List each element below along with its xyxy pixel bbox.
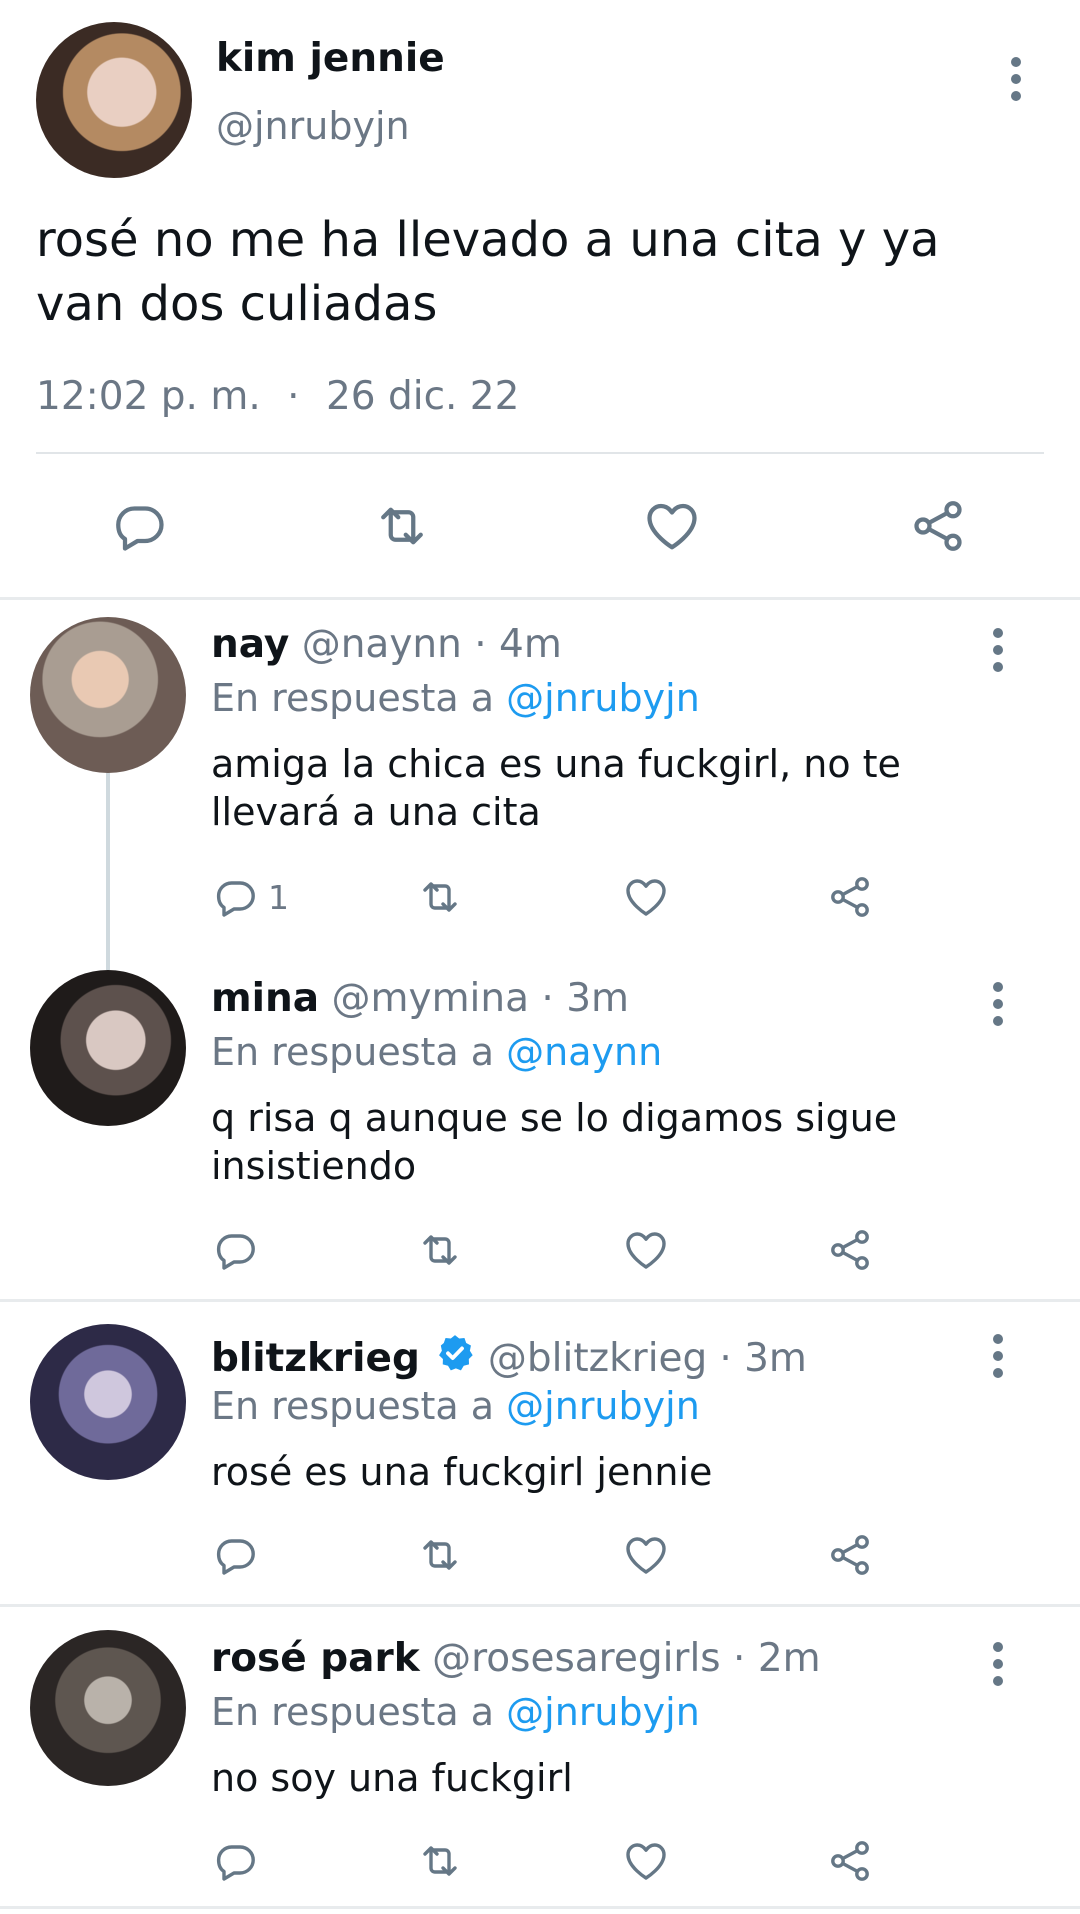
reply-icon[interactable] (212, 1837, 260, 1885)
retweet-icon[interactable] (372, 496, 432, 556)
more-options-icon[interactable] (992, 628, 1004, 679)
separator-dot: · (287, 374, 300, 419)
reply-header: rosé park @rosesaregirls · 2m (211, 1636, 821, 1681)
reply-handle[interactable]: @rosesaregirls (432, 1636, 721, 1681)
thread-line (106, 772, 110, 970)
reply-icon[interactable] (212, 1226, 260, 1274)
timestamp-divider (36, 452, 1044, 454)
replying-to-link[interactable]: @jnrubyjn (506, 676, 700, 720)
reply-handle[interactable]: @blitzkrieg (488, 1336, 707, 1381)
like-icon[interactable] (622, 873, 670, 921)
reply-text: q risa q aunque se lo digamos sigue insi… (211, 1094, 897, 1190)
reply-text: rosé es una fuckgirl jennie (211, 1448, 712, 1496)
replying-to: En respuesta a @jnrubyjn (211, 676, 700, 720)
more-options-icon[interactable] (992, 1642, 1004, 1693)
replying-to-link[interactable]: @jnrubyjn (506, 1690, 700, 1734)
main-display-name[interactable]: kim jennie (216, 36, 445, 81)
reply-handle[interactable]: @mymina (332, 976, 530, 1021)
main-tweet-timestamp: 12:02 p. m. · 26 dic. 22 (36, 374, 519, 419)
retweet-icon[interactable] (416, 1837, 464, 1885)
reply-header: nay @naynn · 4m (211, 622, 562, 667)
retweet-icon[interactable] (416, 873, 464, 921)
reply-text-line: rosé es una fuckgirl jennie (211, 1450, 713, 1494)
replying-to: En respuesta a @jnrubyjn (211, 1690, 700, 1734)
tweet-time: 12:02 p. m. (36, 374, 261, 419)
reply-avatar[interactable] (30, 1630, 186, 1786)
replying-to-link[interactable]: @naynn (506, 1030, 662, 1074)
share-icon[interactable] (826, 1837, 874, 1885)
reply-text-line: q risa q aunque se lo digamos sigue (211, 1096, 898, 1140)
reply-icon[interactable] (110, 496, 170, 556)
section-divider (0, 1604, 1080, 1607)
more-options-icon[interactable] (992, 982, 1004, 1033)
like-icon[interactable] (622, 1837, 670, 1885)
reply-avatar[interactable] (30, 970, 186, 1126)
reply-header: mina @mymina · 3m (211, 976, 629, 1021)
main-handle[interactable]: @jnrubyjn (216, 104, 410, 148)
reply-text-line: no soy una fuckgirl (211, 1756, 573, 1800)
section-divider (0, 597, 1080, 600)
reply-text: no soy una fuckgirl (211, 1754, 573, 1802)
reply-avatar[interactable] (30, 617, 186, 773)
main-tweet-text: rosé no me ha llevado a una cita y ya va… (36, 212, 940, 332)
reply-icon[interactable] (212, 1531, 260, 1579)
reply-time: · 2m (733, 1636, 821, 1681)
reply-time: · 3m (719, 1335, 807, 1381)
replying-to-link[interactable]: @jnrubyjn (506, 1384, 700, 1428)
replying-to-label: En respuesta a (211, 1030, 495, 1074)
more-options-icon[interactable] (992, 1334, 1004, 1385)
replying-to-label: En respuesta a (211, 676, 495, 720)
share-icon[interactable] (908, 496, 968, 556)
replying-to: En respuesta a @naynn (211, 1030, 662, 1074)
reply-handle[interactable]: @naynn (302, 622, 462, 667)
verified-badge-icon (434, 1332, 476, 1384)
section-divider (0, 1299, 1080, 1302)
replying-to: En respuesta a @jnrubyjn (211, 1384, 700, 1428)
share-icon[interactable] (826, 873, 874, 921)
like-icon[interactable] (642, 496, 702, 556)
tweet-date: 26 dic. 22 (325, 374, 520, 419)
reply-display-name[interactable]: mina (211, 976, 319, 1021)
section-divider (0, 1906, 1080, 1909)
retweet-icon[interactable] (416, 1226, 464, 1274)
more-options-icon[interactable] (1010, 57, 1022, 108)
reply-count: 1 (268, 877, 289, 917)
reply-text-line: llevará a una cita (211, 790, 541, 834)
reply-display-name[interactable]: blitzkrieg (211, 1336, 420, 1381)
reply-header: blitzkrieg @blitzkrieg · 3m (211, 1332, 807, 1384)
reply-text-line: amiga la chica es una fuckgirl, no te (211, 742, 901, 786)
reply-avatar[interactable] (30, 1324, 186, 1480)
reply-text: amiga la chica es una fuckgirl, no te ll… (211, 740, 901, 836)
replying-to-label: En respuesta a (211, 1384, 495, 1428)
reply-display-name[interactable]: rosé park (211, 1636, 420, 1681)
reply-time: · 4m (474, 622, 562, 667)
reply-display-name[interactable]: nay (211, 622, 289, 667)
share-icon[interactable] (826, 1531, 874, 1579)
replying-to-label: En respuesta a (211, 1690, 495, 1734)
like-icon[interactable] (622, 1531, 670, 1579)
like-icon[interactable] (622, 1226, 670, 1274)
reply-time: · 3m (541, 976, 630, 1021)
main-avatar[interactable] (36, 22, 192, 178)
retweet-icon[interactable] (416, 1531, 464, 1579)
reply-text-line: insistiendo (211, 1144, 417, 1188)
reply-icon[interactable]: 1 (212, 873, 289, 921)
share-icon[interactable] (826, 1226, 874, 1274)
